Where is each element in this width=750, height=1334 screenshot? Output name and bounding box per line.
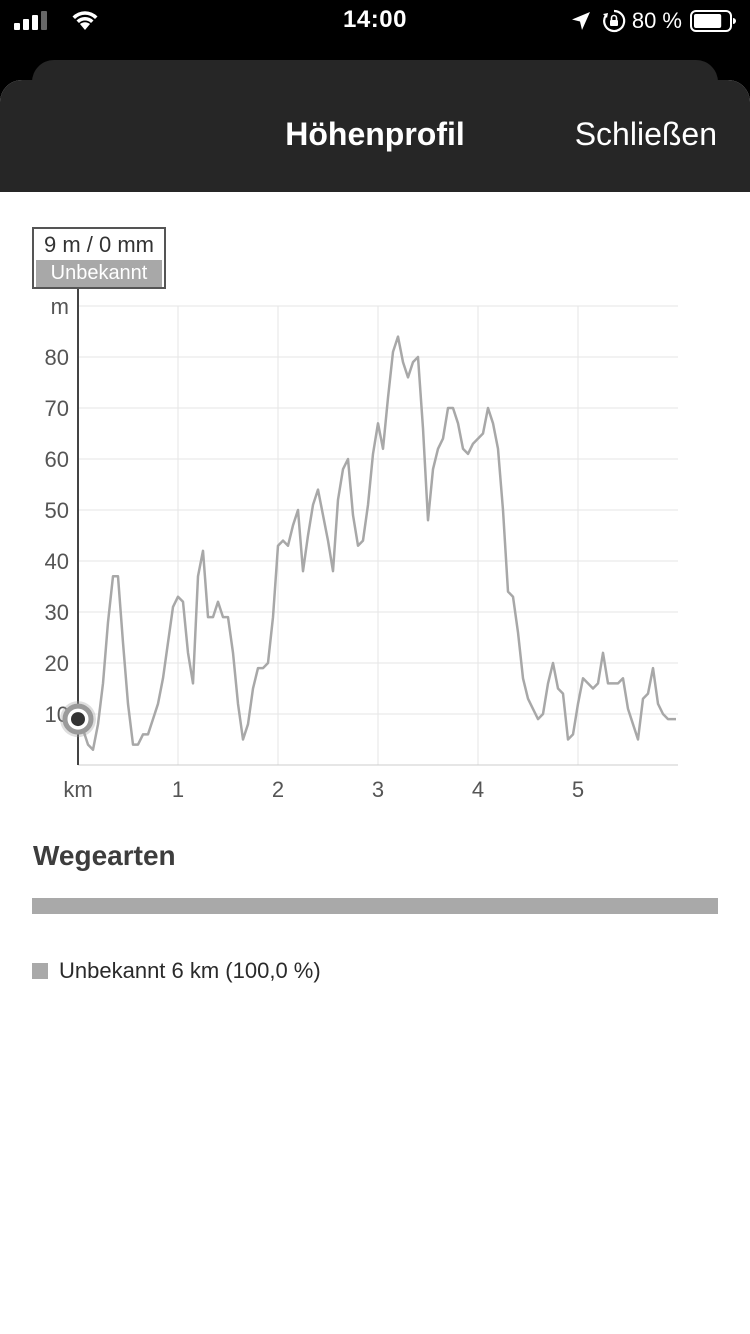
x-tick-label: 2 bbox=[272, 777, 284, 802]
y-tick-label: 70 bbox=[45, 396, 69, 421]
battery-icon bbox=[690, 10, 736, 32]
selected-point-marker bbox=[71, 712, 85, 727]
battery-percent: 80 % bbox=[631, 8, 682, 33]
elevation-profile-sheet: Höhenprofil Schließen 10 20 30 40 50 60 70 80 1 2… bbox=[0, 80, 750, 1334]
y-tick-label: 60 bbox=[45, 447, 69, 472]
legend-swatch bbox=[32, 963, 48, 979]
navigation-bar: Höhenprofil Schließen bbox=[0, 80, 750, 192]
close-button[interactable]: Schließen bbox=[575, 116, 717, 153]
tooltip-way-type: Unbekannt bbox=[36, 260, 162, 287]
y-tick-label: 20 bbox=[45, 651, 69, 676]
x-tick-label: 1 bbox=[172, 777, 184, 802]
tooltip-value: 9 m / 0 mm bbox=[43, 232, 154, 257]
y-axis-unit-label: m bbox=[51, 294, 69, 319]
y-tick-label: 30 bbox=[45, 600, 69, 625]
way-type-bar bbox=[32, 898, 718, 914]
legend-label: Unbekannt 6 km (100,0 %) bbox=[59, 958, 321, 983]
x-tick-label: 5 bbox=[572, 777, 584, 802]
chart-tooltip: 9 m / 0 mm Unbekannt bbox=[32, 227, 166, 289]
elevation-line bbox=[76, 335, 676, 751]
x-tick-label: 4 bbox=[472, 777, 484, 802]
location-arrow-icon bbox=[571, 12, 590, 30]
x-tick-label: 3 bbox=[372, 777, 384, 802]
section-title-way-types: Wegearten bbox=[33, 840, 176, 871]
status-bar: 14:00 80 % bbox=[0, 0, 750, 44]
y-tick-label: 40 bbox=[45, 549, 69, 574]
x-axis-unit-label: km bbox=[63, 777, 92, 802]
y-tick-label: 80 bbox=[45, 345, 69, 370]
y-tick-label: 50 bbox=[45, 498, 69, 523]
orientation-lock-icon bbox=[602, 9, 626, 33]
legend-item: Unbekannt 6 km (100,0 %) bbox=[32, 958, 321, 984]
